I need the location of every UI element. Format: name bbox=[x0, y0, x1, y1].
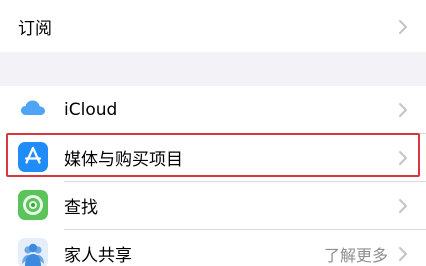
row-label-icloud: iCloud bbox=[64, 99, 118, 120]
chevron-right-icon bbox=[399, 198, 407, 213]
settings-row-family-sharing[interactable]: 家人共享 了解更多 bbox=[0, 230, 426, 266]
settings-row-icloud[interactable]: iCloud bbox=[0, 86, 426, 133]
row-label-family-sharing: 家人共享 bbox=[64, 246, 132, 266]
row-label-find-my: 查找 bbox=[64, 198, 98, 218]
chevron-right-icon bbox=[399, 19, 407, 34]
find-my-icon bbox=[18, 190, 48, 220]
icloud-icon bbox=[18, 94, 48, 124]
settings-row-find-my[interactable]: 查找 bbox=[0, 182, 426, 229]
settings-group-top: 订阅 bbox=[0, 0, 426, 52]
row-detail-learn-more: 了解更多 bbox=[323, 245, 388, 265]
chevron-right-icon bbox=[399, 246, 407, 261]
settings-row-subscriptions[interactable]: 订阅 bbox=[0, 3, 426, 50]
highlight-box bbox=[6, 133, 420, 177]
family-sharing-icon bbox=[18, 238, 48, 266]
row-label-subscriptions: 订阅 bbox=[18, 19, 52, 39]
settings-screen: 订阅 iCloud 媒体与购买项目 查找 家人共享 了解更多 bbox=[0, 0, 426, 266]
chevron-right-icon bbox=[399, 102, 407, 117]
